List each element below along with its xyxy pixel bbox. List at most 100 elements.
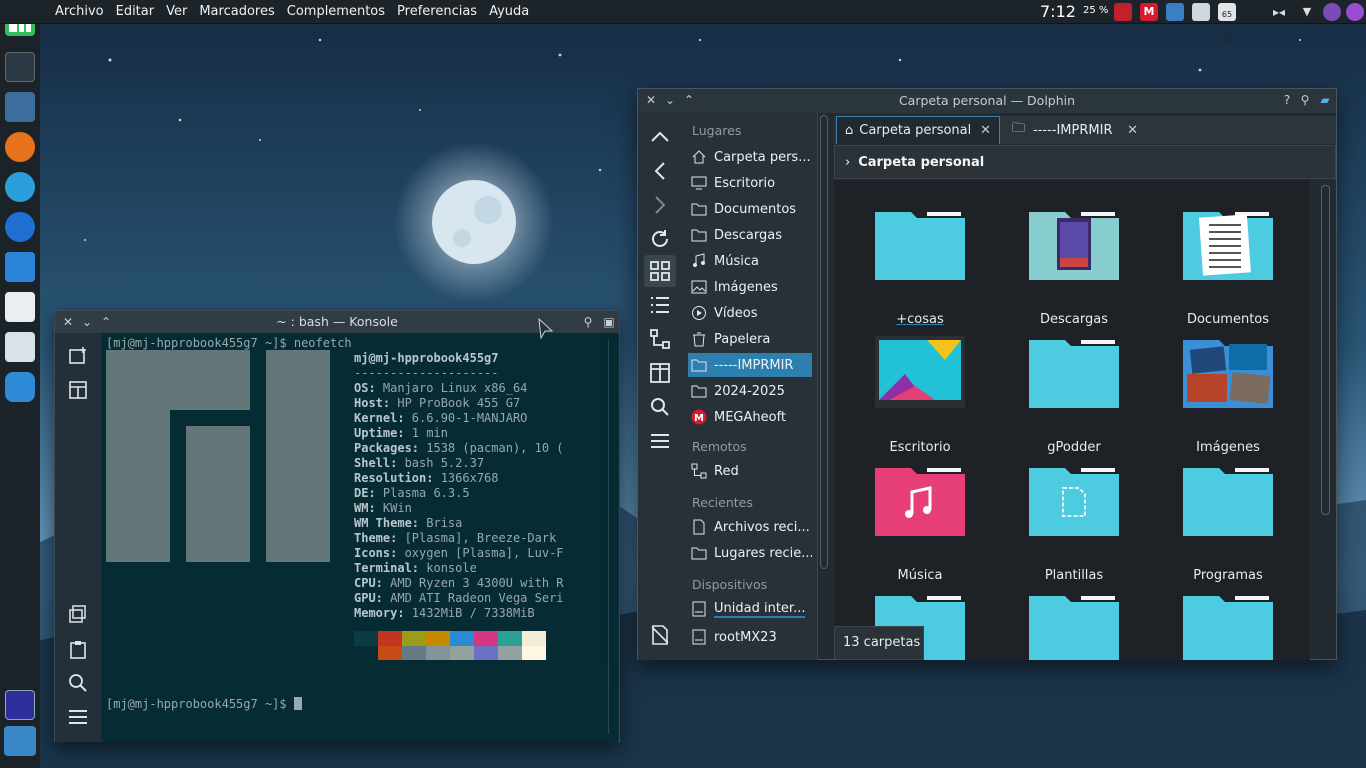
image-viewer-icon[interactable] (5, 332, 35, 362)
help-icon[interactable]: ? (1280, 89, 1294, 111)
place-item[interactable]: 2024-2025 (688, 379, 812, 403)
folder-item[interactable]: Descargas (1004, 206, 1144, 334)
places-scrollbar[interactable] (820, 115, 828, 569)
shield-icon[interactable] (1114, 3, 1132, 21)
split-view-icon[interactable] (67, 379, 89, 401)
breadcrumb[interactable]: › Carpeta personal (834, 145, 1336, 179)
place-item[interactable]: Escritorio (688, 171, 812, 195)
back-icon[interactable] (648, 159, 672, 183)
tab-carpeta-personal[interactable]: ⌂ Carpeta personal ✕ (836, 116, 1000, 144)
maximize-icon[interactable]: ⌃ (682, 89, 696, 111)
tab-imprmir[interactable]: 🗀 -----IMPRMIR ✕ (1006, 116, 1146, 144)
battery-percent[interactable]: 25 % (1083, 5, 1108, 16)
folder-item[interactable]: gPodder (1004, 334, 1144, 462)
konsole-titlebar[interactable]: ~ : bash — Konsole ✕ ⌄ ⌃ ⚲ ▣ (55, 311, 619, 333)
app-menu-icon[interactable]: ▣ (601, 311, 617, 333)
place-internal-drive[interactable]: Unidad inter... (688, 597, 812, 621)
menu-complementos[interactable]: Complementos (281, 0, 391, 24)
folder-item[interactable] (1004, 590, 1144, 660)
dolphin-titlebar[interactable]: Carpeta personal — Dolphin ✕ ⌄ ⌃ ? ⚲ ▰ (638, 89, 1336, 113)
menu-ver[interactable]: Ver (160, 0, 193, 24)
folder-item[interactable]: Documentos (1158, 206, 1298, 334)
close-icon[interactable]: ✕ (644, 89, 658, 111)
new-tab-icon[interactable] (67, 345, 89, 367)
menu-marcadores[interactable]: Marcadores (193, 0, 280, 24)
file-manager-icon[interactable] (5, 92, 35, 122)
place-item[interactable]: M MEGAheoft (688, 405, 812, 429)
maximize-icon[interactable]: ⌃ (99, 311, 113, 333)
paste-icon[interactable] (67, 638, 89, 660)
lock-icon[interactable] (1323, 3, 1341, 21)
tab-label: -----IMPRMIR (1033, 122, 1113, 138)
folder-item[interactable]: Programas (1158, 462, 1298, 590)
place-item[interactable]: Carpeta pers... (688, 145, 812, 169)
forward-icon[interactable] (648, 193, 672, 217)
folder-item[interactable]: Escritorio (850, 334, 990, 462)
place-item[interactable]: Papelera (688, 327, 812, 351)
telegram-icon[interactable] (5, 172, 35, 202)
place-item[interactable]: -----IMPRMIR (688, 353, 812, 377)
folder-label: Descargas (1039, 312, 1108, 327)
hamburger-menu-icon[interactable] (67, 706, 89, 728)
clipboard-icon[interactable] (1192, 3, 1210, 21)
folder-item[interactable]: Música (850, 462, 990, 590)
menu-preferencias[interactable]: Preferencias (391, 0, 483, 24)
minimize-icon[interactable]: ⌄ (80, 311, 94, 333)
terminal-scrollbar[interactable] (608, 339, 612, 734)
folder-item[interactable]: Imágenes (1158, 334, 1298, 462)
chevron-down-icon[interactable]: ▼ (1298, 3, 1316, 21)
split-view-icon[interactable] (648, 361, 672, 385)
place-item[interactable]: Descargas (688, 223, 812, 247)
folder-item[interactable] (1158, 590, 1298, 660)
toggle-app-icon[interactable] (5, 372, 35, 402)
menu-archivo[interactable]: Archivo (49, 0, 110, 24)
unmount-icon[interactable] (648, 623, 672, 647)
place-item[interactable]: Documentos (688, 197, 812, 221)
firefox-icon[interactable] (5, 132, 35, 162)
battery-icon[interactable]: 65 % (1218, 3, 1236, 43)
place-item[interactable]: Música (688, 249, 812, 273)
breadcrumb-item[interactable]: Carpeta personal (858, 155, 984, 170)
pin-icon[interactable]: ⚲ (581, 311, 595, 333)
go-up-icon[interactable] (648, 125, 672, 149)
folder-icon (690, 382, 708, 400)
close-tab-icon[interactable]: ✕ (1127, 123, 1138, 138)
app-menu-icon[interactable]: ▰ (1317, 89, 1333, 111)
writer-icon[interactable] (5, 252, 35, 282)
prompt: [mj@mj-hpprobook455g7 ~]$ (106, 697, 294, 711)
power-icon[interactable] (1346, 3, 1364, 21)
copy-icon[interactable] (67, 603, 89, 625)
terminal-output[interactable]: [mj@mj-hpprobook455g7 ~]$ neofetch mj@mj… (102, 333, 618, 742)
minimize-icon[interactable]: ⌄ (663, 89, 677, 111)
place-red[interactable]: Red (688, 459, 812, 483)
details-view-icon[interactable] (648, 293, 672, 317)
media-icon[interactable]: ▸◂ (1270, 3, 1288, 21)
search-icon[interactable] (67, 672, 89, 694)
close-icon[interactable]: ✕ (61, 311, 75, 333)
keyboard-icon[interactable] (1166, 3, 1184, 21)
folder-item[interactable]: +cosas (850, 206, 990, 334)
place-rootmx23[interactable]: rootMX23 (688, 625, 812, 649)
spreadsheet-icon[interactable] (5, 292, 35, 322)
close-tab-icon[interactable]: ✕ (980, 123, 991, 138)
mega-icon[interactable]: M (1140, 3, 1158, 21)
menu-editar[interactable]: Editar (110, 0, 161, 24)
place-recent-files[interactable]: Archivos reci... (688, 515, 812, 539)
pin-icon[interactable]: ⚲ (1298, 89, 1312, 111)
view-scrollbar[interactable] (1321, 185, 1330, 515)
wallpaper-app-icon[interactable] (5, 690, 35, 720)
info-label: Shell: (354, 456, 405, 470)
thunderbird-icon[interactable] (5, 212, 35, 242)
search-icon[interactable] (648, 395, 672, 419)
place-recent-places[interactable]: Lugares recie... (688, 541, 812, 565)
tree-view-icon[interactable] (648, 327, 672, 351)
reload-icon[interactable] (648, 227, 672, 251)
pager-icon[interactable] (4, 726, 36, 756)
terminal-icon[interactable] (5, 52, 35, 82)
menu-ayuda[interactable]: Ayuda (483, 0, 535, 24)
place-item[interactable]: Imágenes (688, 275, 812, 299)
folder-item[interactable]: Plantillas (1004, 462, 1144, 590)
hamburger-menu-icon[interactable] (648, 429, 672, 453)
clock[interactable]: 7:12 (1040, 0, 1076, 24)
place-item[interactable]: Vídeos (688, 301, 812, 325)
